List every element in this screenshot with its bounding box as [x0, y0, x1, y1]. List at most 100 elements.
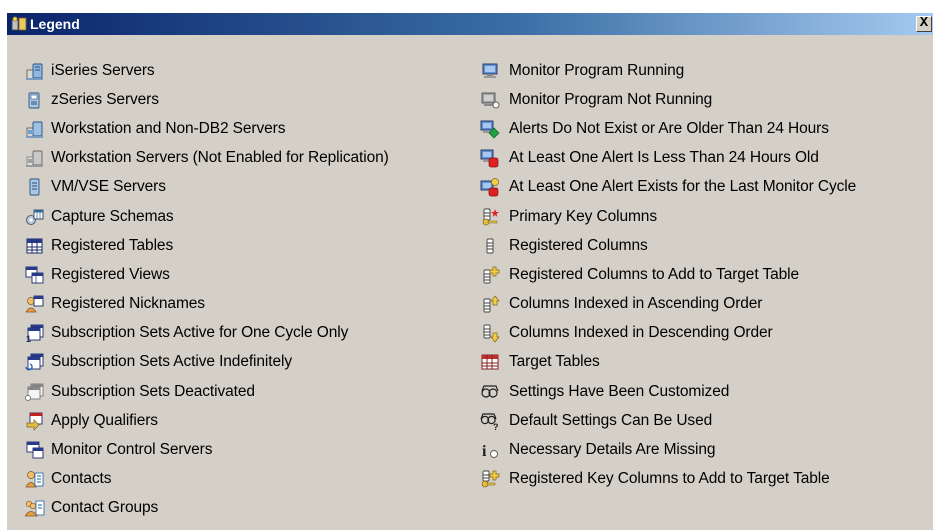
- legend-item: 1 Subscription Sets Active for One Cycle …: [25, 319, 389, 348]
- legend-item-label: Registered Nicknames: [51, 295, 205, 313]
- legend-item: Registered Nicknames: [25, 290, 389, 319]
- subscription-set-deactivated-icon: [25, 383, 44, 401]
- legend-item-label: Target Tables: [509, 353, 600, 371]
- zseries-server-icon: [28, 92, 40, 109]
- svg-text:i: i: [482, 443, 487, 460]
- legend-item: VM/VSE Servers: [25, 173, 389, 202]
- window-title: Legend: [30, 16, 80, 32]
- alerts-old-icon: [480, 120, 500, 139]
- monitor-not-running-icon: [481, 92, 500, 109]
- column-index-ascending-icon: [483, 295, 500, 313]
- target-table-icon: [481, 354, 499, 370]
- legend-item: Registered Tables: [25, 231, 389, 260]
- alert-recent-icon: [480, 149, 499, 168]
- capture-schema-icon: [26, 209, 44, 225]
- legend-item-label: Contact Groups: [51, 499, 159, 517]
- legend-item-label: Columns Indexed in Descending Order: [509, 324, 773, 342]
- legend-item-label: At Least One Alert Is Less Than 24 Hours…: [509, 149, 819, 167]
- legend-item-label: Registered Views: [51, 265, 170, 283]
- registered-column-icon: [486, 238, 494, 254]
- legend-item: i Necessary Details Are Missing: [480, 435, 856, 464]
- legend-item-label: Settings Have Been Customized: [509, 382, 730, 400]
- legend-item: Primary Key Columns: [480, 202, 856, 231]
- legend-item-label: Subscription Sets Deactivated: [51, 382, 255, 400]
- legend-item: Registered Key Columns to Add to Target …: [480, 465, 856, 494]
- legend-item-label: Default Settings Can Be Used: [509, 411, 713, 429]
- svg-text:1: 1: [26, 334, 31, 343]
- legend-app-icon: [11, 16, 27, 31]
- legend-item: Contacts: [25, 465, 389, 494]
- legend-item: Columns Indexed in Descending Order: [480, 319, 856, 348]
- legend-item-label: Subscription Sets Active for One Cycle O…: [51, 324, 349, 342]
- legend-item: Capture Schemas: [25, 202, 389, 231]
- legend-item-label: Necessary Details Are Missing: [509, 441, 716, 459]
- subscription-set-once-icon: 1: [26, 324, 44, 343]
- registered-view-icon: [25, 266, 44, 284]
- legend-item: Alerts Do Not Exist or Are Older Than 24…: [480, 114, 856, 143]
- legend-item: Subscription Sets Active Indefinitely: [25, 348, 389, 377]
- legend-item: Subscription Sets Deactivated: [25, 377, 389, 406]
- vmvse-server-icon: [29, 178, 40, 196]
- legend-item-label: zSeries Servers: [51, 90, 159, 108]
- title-bar[interactable]: Legend X: [7, 13, 933, 35]
- column-index-descending-icon: [483, 324, 500, 343]
- legend-item: iSeries Servers: [25, 56, 389, 85]
- svg-text:?: ?: [493, 422, 499, 431]
- alert-last-cycle-icon: [480, 178, 499, 197]
- legend-window: Legend X iSeries Servers zSeries Servers W…: [6, 12, 933, 530]
- legend-item: Apply Qualifiers: [25, 406, 389, 435]
- legend-item: ? Default Settings Can Be Used: [480, 406, 856, 435]
- legend-item: Monitor Program Running: [480, 56, 856, 85]
- primary-key-column-icon: [482, 208, 499, 225]
- settings-default-icon: ?: [480, 413, 499, 431]
- legend-item-label: Capture Schemas: [51, 207, 174, 225]
- registered-nickname-icon: [25, 295, 44, 313]
- legend-item-label: Workstation and Non-DB2 Servers: [51, 119, 286, 137]
- legend-item: Monitor Program Not Running: [480, 85, 856, 114]
- apply-qualifier-icon: [26, 412, 43, 431]
- column-add-target-icon: [483, 266, 500, 284]
- workstation-server-icon: [26, 121, 43, 138]
- legend-item: Settings Have Been Customized: [480, 377, 856, 406]
- legend-item-label: Monitor Program Running: [509, 61, 685, 79]
- legend-item: At Least One Alert Is Less Than 24 Hours…: [480, 144, 856, 173]
- close-button[interactable]: X: [916, 16, 932, 32]
- workstation-disabled-icon: [26, 150, 43, 168]
- legend-item-label: At Least One Alert Exists for the Last M…: [509, 178, 857, 196]
- legend-item: At Least One Alert Exists for the Last M…: [480, 173, 856, 202]
- legend-item: Registered Views: [25, 260, 389, 289]
- details-missing-icon: i: [482, 443, 498, 460]
- legend-item-label: Registered Tables: [51, 236, 174, 254]
- contact-icon: [25, 471, 44, 488]
- legend-item-label: Primary Key Columns: [509, 207, 657, 225]
- legend-item-label: Workstation Servers (Not Enabled for Rep…: [51, 149, 389, 167]
- legend-item-label: Monitor Program Not Running: [509, 90, 713, 108]
- legend-item-label: Subscription Sets Active Indefinitely: [51, 353, 292, 371]
- legend-item: Target Tables: [480, 348, 856, 377]
- settings-customized-icon: [481, 385, 499, 398]
- legend-item-label: Columns Indexed in Ascending Order: [509, 295, 763, 313]
- legend-left-column: iSeries Servers zSeries Servers Workstatio…: [25, 56, 389, 523]
- legend-item: zSeries Servers: [25, 85, 389, 114]
- legend-item-label: iSeries Servers: [51, 61, 155, 79]
- legend-item: Monitor Control Servers: [25, 435, 389, 464]
- legend-item: Contact Groups: [25, 494, 389, 523]
- legend-item-label: Registered Columns: [509, 236, 648, 254]
- legend-item: Registered Columns to Add to Target Tabl…: [480, 260, 856, 289]
- legend-item: Workstation and Non-DB2 Servers: [25, 114, 389, 143]
- legend-item: Workstation Servers (Not Enabled for Rep…: [25, 144, 389, 173]
- registered-table-icon: [26, 238, 43, 254]
- contact-group-icon: [25, 501, 45, 517]
- monitor-control-server-icon: [26, 441, 44, 459]
- legend-item-label: Registered Key Columns to Add to Target …: [509, 470, 830, 488]
- key-column-add-target-icon: [481, 470, 500, 488]
- legend-item: Registered Columns: [480, 231, 856, 260]
- legend-item: Columns Indexed in Ascending Order: [480, 290, 856, 319]
- legend-item-label: Monitor Control Servers: [51, 441, 213, 459]
- subscription-set-indefinite-icon: [25, 354, 44, 371]
- legend-item-label: VM/VSE Servers: [51, 178, 166, 196]
- legend-item-label: Apply Qualifiers: [51, 411, 158, 429]
- iseries-server-icon: [26, 63, 43, 80]
- legend-right-column: Monitor Program Running Monitor Program N…: [480, 56, 856, 494]
- legend-item-label: Contacts: [51, 470, 112, 488]
